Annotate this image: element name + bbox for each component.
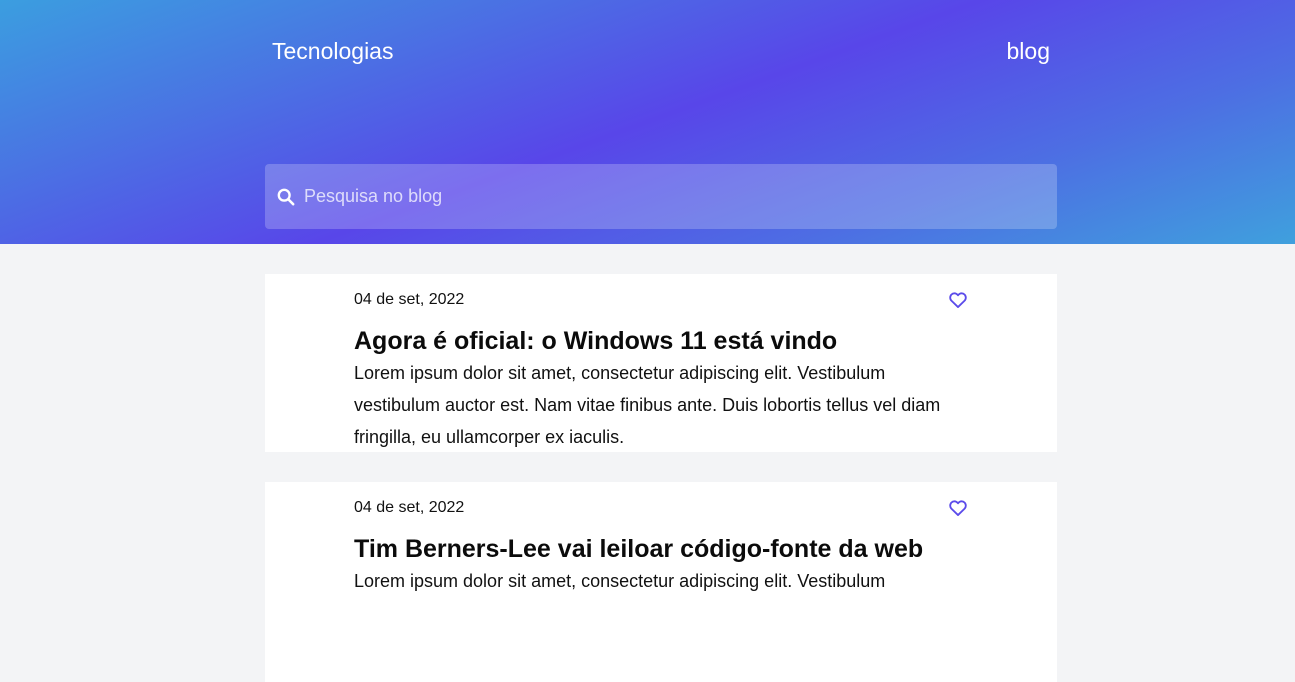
search-icon <box>277 188 295 205</box>
heart-icon[interactable] <box>948 498 968 518</box>
post-title[interactable]: Agora é oficial: o Windows 11 está vindo <box>354 325 968 357</box>
search-input[interactable] <box>304 164 1057 229</box>
post-date: 04 de set, 2022 <box>354 291 465 308</box>
brand-title[interactable]: Tecnologias <box>272 36 393 66</box>
search-bar[interactable] <box>265 164 1057 229</box>
heart-icon[interactable] <box>948 290 968 310</box>
post-excerpt: Lorem ipsum dolor sit amet, consectetur … <box>354 363 941 447</box>
nav-blog-link[interactable]: blog <box>1007 36 1050 66</box>
post-date: 04 de set, 2022 <box>354 499 465 516</box>
post-excerpt: Lorem ipsum dolor sit amet, consectetur … <box>354 571 886 591</box>
post-card[interactable]: 04 de set, 2022 Tim Berners-Lee vai leil… <box>265 482 1057 682</box>
hero-header: Tecnologias blog <box>0 0 1295 244</box>
post-title[interactable]: Tim Berners-Lee vai leiloar código-fonte… <box>354 533 968 565</box>
post-card[interactable]: 04 de set, 2022 Agora é oficial: o Windo… <box>265 274 1057 452</box>
